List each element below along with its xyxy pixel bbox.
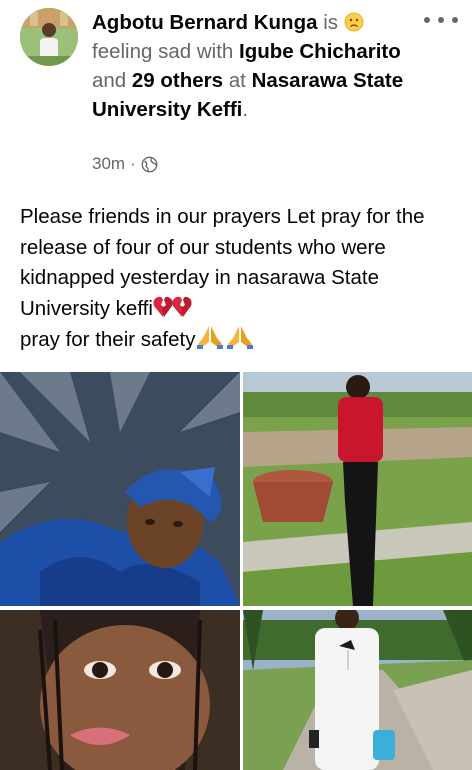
more-dot-icon bbox=[424, 17, 430, 23]
post-body-line2: pray for their safety bbox=[20, 328, 196, 351]
period-text: . bbox=[242, 98, 249, 121]
praying-hands-icon bbox=[197, 326, 254, 349]
is-text: is bbox=[317, 11, 344, 34]
post-meta: 30m · bbox=[92, 154, 158, 174]
more-dot-icon bbox=[438, 17, 444, 23]
at-text: at bbox=[223, 69, 246, 92]
sad-face-emoji-icon bbox=[344, 12, 364, 32]
post-body-line1: Please friends in our prayers Let pray f… bbox=[20, 205, 425, 320]
post-header: Agbotu Bernard Kunga is feeling sad with… bbox=[0, 0, 472, 190]
broken-heart-icon bbox=[153, 296, 192, 317]
photo-1-image bbox=[0, 372, 240, 606]
photo-grid bbox=[0, 372, 472, 770]
author-name[interactable]: Agbotu Bernard Kunga bbox=[92, 11, 318, 34]
avatar-image bbox=[20, 8, 78, 66]
globe-icon[interactable] bbox=[141, 156, 158, 173]
photo-3-image bbox=[0, 610, 240, 770]
author-avatar[interactable] bbox=[20, 8, 78, 66]
post-body: Please friends in our prayers Let pray f… bbox=[20, 202, 460, 356]
photo-woman-braids-selfie[interactable] bbox=[0, 610, 240, 770]
tagged-friend-link[interactable]: Igube Chicharito bbox=[239, 40, 401, 63]
feeling-text: feeling sad with bbox=[92, 40, 240, 63]
photo-2-image bbox=[243, 372, 472, 606]
more-dot-icon bbox=[452, 17, 458, 23]
photo-woman-blue-headwrap[interactable] bbox=[0, 372, 240, 606]
more-options-button[interactable] bbox=[424, 12, 458, 28]
photo-4-image bbox=[243, 610, 472, 770]
others-link[interactable]: 29 others bbox=[132, 69, 223, 92]
post-headline: Agbotu Bernard Kunga is feeling sad with… bbox=[92, 8, 412, 124]
photo-woman-red-top-outdoor[interactable] bbox=[243, 372, 472, 606]
post-time[interactable]: 30m bbox=[92, 154, 125, 174]
meta-separator: · bbox=[130, 154, 136, 173]
photo-man-white-kaftan[interactable] bbox=[243, 610, 472, 770]
and-text: and bbox=[92, 69, 132, 92]
